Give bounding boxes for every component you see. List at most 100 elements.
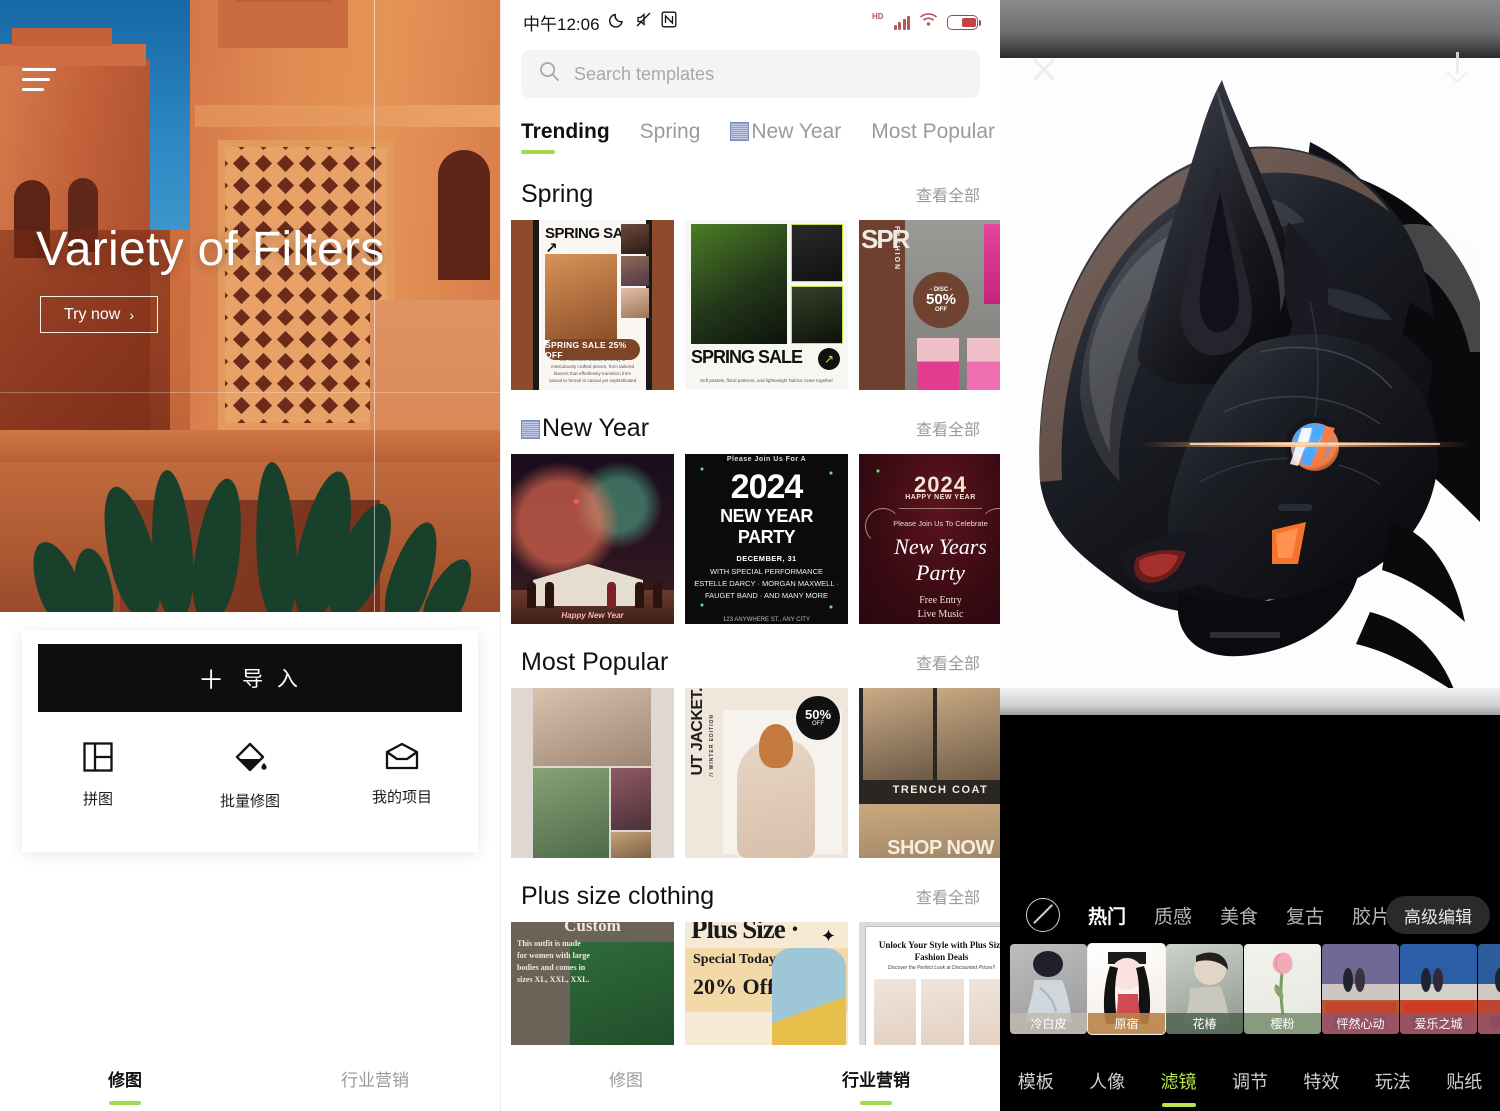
filter-thumb-sakura-pink[interactable]: 樱粉 (1244, 944, 1321, 1034)
card-vertical-label: FASHION (893, 226, 900, 272)
wifi-icon (919, 12, 938, 32)
hero-cornice (195, 105, 500, 127)
tab-label: Spring (639, 120, 701, 143)
hero-guide-line-h (0, 392, 500, 393)
left-panel-photo-editor-home: Variety of Filters Try now › ＋ 导 入 拼图 批量… (0, 0, 500, 1111)
discount-percent: 50% (804, 707, 832, 722)
filter-category-film[interactable]: 胶片 (1352, 902, 1390, 929)
search-input[interactable] (574, 63, 962, 85)
card-title: SPRING SALE (691, 347, 803, 367)
plus-icon: ＋ (198, 664, 225, 695)
filter-thumbnail-strip[interactable]: 冷白皮 原宿 花椿 樱粉 怦然心动 爱乐之城 (1010, 943, 1500, 1035)
editor-tab-sticker[interactable]: 贴纸 (1429, 1068, 1500, 1094)
editor-tab-filter[interactable]: 滤镜 (1143, 1068, 1214, 1107)
import-button[interactable]: ＋ 导 入 (38, 644, 462, 712)
card-row: SPRING SALE ↗ SPRING SALE 25% OFF Our co… (501, 220, 1000, 390)
filter-thumb-heartbeat[interactable]: 怦然心动 (1322, 944, 1399, 1034)
mid-tab-industry-marketing[interactable]: 行业营销 (751, 1066, 1000, 1105)
editor-tab-playful[interactable]: 玩法 (1357, 1068, 1428, 1094)
section-title: Plus size clothing (521, 881, 715, 910)
filter-thumb-lalaland[interactable]: 爱乐之城 (1400, 944, 1477, 1034)
card-photo (691, 224, 787, 344)
editor-tab-effects[interactable]: 特效 (1286, 1068, 1357, 1094)
left-tab-label: 行业营销 (341, 1070, 409, 1090)
search-bar[interactable] (521, 50, 980, 98)
filter-thumb-next[interactable] (1478, 944, 1500, 1034)
battery-icon: 68 (947, 14, 982, 30)
template-card[interactable]: SPRING SALE ↗ Soft pastels, floral patte… (685, 220, 848, 390)
template-card[interactable]: Happy New Year (511, 454, 674, 624)
card-row: Happy New Year Please Join Us For A 2024… (501, 454, 1000, 624)
filter-category-texture[interactable]: 质感 (1154, 902, 1192, 929)
right-panel-filter-editor: 热门 质感 美食 复古 胶片 自 高级编辑 冷白皮 原宿 (1000, 0, 1500, 1111)
editor-tab-adjust[interactable]: 调节 (1214, 1068, 1285, 1094)
tab-spring[interactable]: Spring (640, 120, 701, 156)
card-title: Plus Size · (691, 922, 800, 944)
off-label: OFF (935, 307, 947, 313)
close-icon[interactable] (1030, 55, 1058, 83)
template-card[interactable] (511, 688, 674, 858)
card-photo (772, 948, 846, 1058)
discount-percent: 50% (925, 291, 957, 308)
filter-label: 原宿 (1088, 1013, 1165, 1034)
tab-most-popular[interactable]: Most Popular (871, 120, 995, 156)
filter-category-hot[interactable]: 热门 (1088, 902, 1126, 929)
tab-new-year[interactable]: New Year (730, 120, 841, 156)
left-tab-industry-marketing[interactable]: 行业营销 (250, 1066, 500, 1091)
editor-canvas[interactable] (1000, 58, 1500, 715)
card-line1: NEW YEAR (720, 506, 813, 526)
hamburger-menu-icon[interactable] (22, 68, 56, 96)
filter-label: 花椿 (1166, 1013, 1243, 1034)
card-free-entry: Free Entry (919, 595, 962, 606)
hero-guide-line-v (374, 0, 375, 612)
try-now-button[interactable]: Try now › (40, 296, 158, 333)
advanced-edit-button[interactable]: 高级编辑 (1386, 896, 1490, 934)
section-header: Most Popular 查看全部 (501, 638, 1000, 686)
filter-label: 爱乐之城 (1400, 1013, 1477, 1034)
mute-icon (635, 11, 652, 33)
card-address: 123 ANYWHERE ST., ANY CITY (723, 617, 810, 623)
firework-emoji-icon (521, 419, 540, 439)
template-card[interactable]: TRENCH COAT SHOP NOW (859, 688, 1000, 858)
filter-category-food[interactable]: 美食 (1220, 902, 1258, 929)
tab-trending[interactable]: Trending (521, 120, 610, 156)
status-left: 中午12:06 (523, 10, 677, 35)
template-card[interactable]: SPRING SALE ↗ SPRING SALE 25% OFF Our co… (511, 220, 674, 390)
filter-thumb-harajuku[interactable]: 原宿 (1087, 943, 1166, 1035)
hero-banner[interactable]: Variety of Filters Try now › (0, 0, 500, 612)
card-acts-text: ESTELLE DARCY · MORGAN MAXWELL · FAUGET … (694, 579, 839, 600)
hero-ledge (0, 430, 500, 464)
template-card[interactable]: 2024 HAPPY NEW YEAR Please Join Us To Ce… (859, 454, 1000, 624)
card-heading: Custom (564, 922, 621, 935)
editor-tab-label: 滤镜 (1160, 1072, 1197, 1092)
filter-label: 冷白皮 (1010, 1013, 1087, 1034)
see-all-link[interactable]: 查看全部 (916, 650, 980, 674)
editor-tab-template[interactable]: 模板 (1000, 1068, 1071, 1094)
quick-action-collage[interactable]: 拼图 (22, 742, 174, 811)
card-row: UT JACKET. // WINTER EDITION 50% OFF TRE… (501, 688, 1000, 858)
card-photo (967, 338, 1000, 390)
template-card[interactable]: UT JACKET. // WINTER EDITION 50% OFF (685, 688, 848, 858)
filter-thumb-camellia[interactable]: 花椿 (1166, 944, 1243, 1034)
active-tab-underline (109, 1100, 141, 1105)
template-card[interactable]: SPR FASHION - DISC - 50% OFF (859, 220, 1000, 390)
see-all-link[interactable]: 查看全部 (916, 884, 980, 908)
filter-category-retro[interactable]: 复古 (1286, 902, 1324, 929)
quick-action-batch-edit[interactable]: 批量修图 (174, 742, 326, 811)
filter-thumb-cold-white[interactable]: 冷白皮 (1010, 944, 1087, 1034)
left-tab-retouch[interactable]: 修图 (0, 1066, 250, 1105)
see-all-link[interactable]: 查看全部 (916, 416, 980, 440)
no-filter-icon[interactable] (1026, 898, 1060, 932)
mid-tab-retouch[interactable]: 修图 (501, 1066, 751, 1091)
download-icon[interactable] (1444, 52, 1470, 84)
card-label: TRENCH COAT (892, 784, 989, 796)
see-all-link[interactable]: 查看全部 (916, 182, 980, 206)
filter-label: 樱粉 (1244, 1013, 1321, 1034)
editor-tab-portrait[interactable]: 人像 (1071, 1068, 1142, 1094)
card-year: 2024 (730, 468, 804, 506)
try-now-label: Try now (64, 305, 121, 323)
template-card[interactable]: Please Join Us For A 2024 NEW YEAR PARTY… (685, 454, 848, 624)
card-person (653, 582, 662, 608)
card-stripe (511, 220, 533, 390)
quick-action-my-projects[interactable]: 我的项目 (326, 742, 478, 811)
